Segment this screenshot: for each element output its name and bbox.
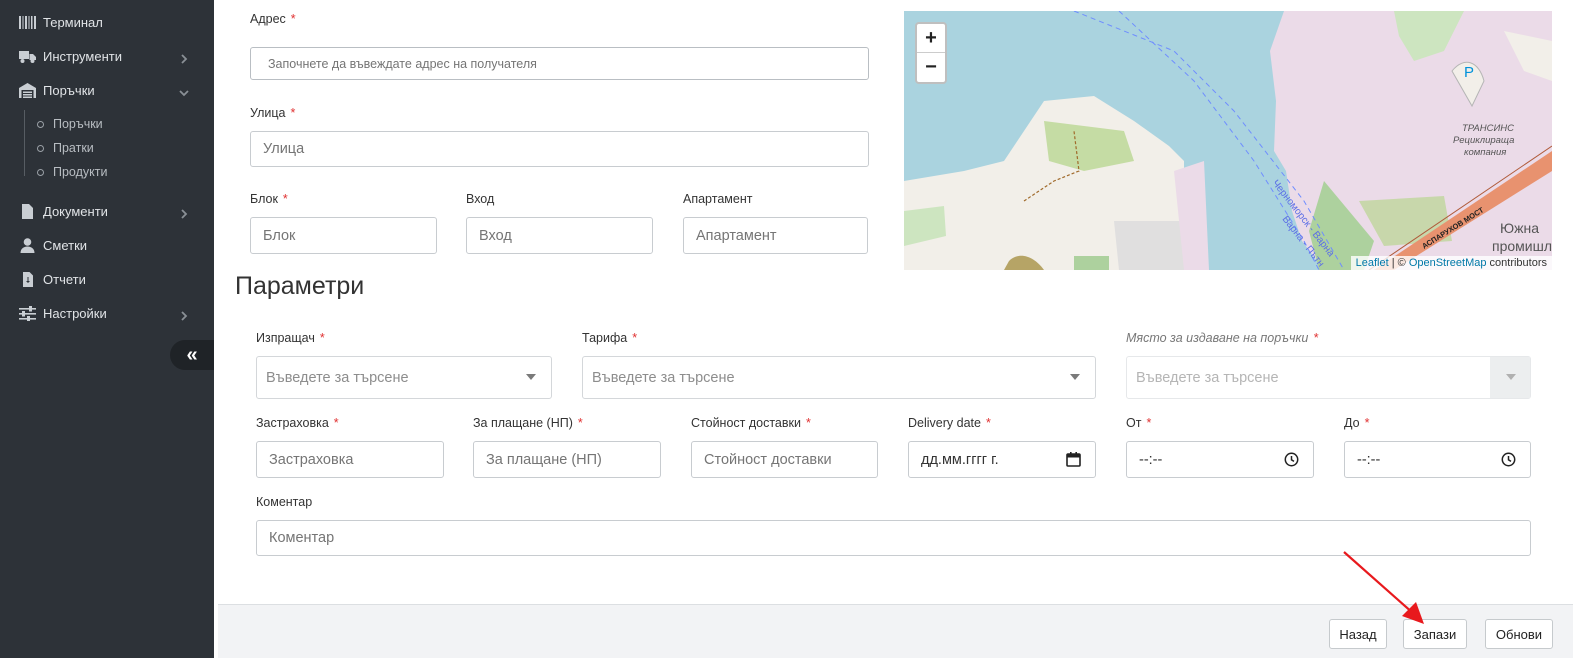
warehouse-icon — [18, 82, 36, 98]
to-time-input[interactable]: --:-- — [1344, 441, 1531, 478]
osm-link[interactable]: OpenStreetMap — [1409, 257, 1487, 269]
sender-label: Изпращач * — [256, 331, 325, 345]
annotation-arrow — [1343, 551, 1424, 624]
submenu-line — [24, 110, 25, 176]
sidebar-item-label: Поръчки — [43, 82, 95, 98]
chevron-right-icon — [179, 51, 189, 64]
entrance-label: Вход — [466, 192, 495, 206]
sidebar-item-terminal[interactable]: Терминал — [0, 7, 214, 37]
sidebar-item-label: Сметки — [43, 237, 88, 253]
zoom-in-button[interactable]: + — [917, 24, 945, 53]
sidebar-item-label: Терминал — [43, 14, 103, 30]
sidebar-item-documents[interactable]: Документи — [0, 196, 214, 226]
from-time-input[interactable]: --:-- — [1126, 441, 1314, 478]
svg-text:Рециклираща: Рециклираща — [1453, 135, 1514, 146]
map-tiles: ТРАНСИНС Рециклираща компания P Черномор… — [904, 11, 1552, 270]
cod-label: За плащане (НП) * — [473, 416, 583, 430]
sidebar-item-tools[interactable]: Инструменти — [0, 41, 214, 71]
sidebar-item-label: Настройки — [43, 305, 107, 321]
sidebar-item-label: Отчети — [43, 271, 86, 287]
chevron-right-icon — [179, 308, 189, 321]
to-label: До * — [1344, 416, 1370, 430]
street-label: Улица * — [250, 106, 296, 120]
svg-text:компания: компания — [1464, 147, 1506, 158]
delivery-cost-label: Стойност доставки * — [691, 416, 811, 430]
circle-icon — [37, 144, 44, 152]
caret-down-icon — [1506, 374, 1516, 380]
parameters-heading: Параметри — [235, 272, 365, 300]
sidebar-collapse-button[interactable]: « — [170, 340, 214, 370]
svg-text:P: P — [1464, 64, 1474, 81]
cod-input[interactable]: За плащане (НП) — [473, 441, 661, 478]
sidebar-item-orders[interactable]: Поръчки — [0, 75, 214, 105]
sidebar-item-settings[interactable]: Настройки — [0, 298, 214, 328]
sidebar-subitem-label: Поръчки — [53, 117, 103, 131]
clock-icon[interactable] — [1501, 452, 1516, 467]
svg-text:промишл: промишл — [1492, 238, 1552, 254]
tariff-select[interactable]: Въведете за търсене — [582, 356, 1096, 399]
report-icon — [18, 271, 36, 287]
caret-down-icon — [1070, 374, 1080, 380]
caret-down-icon — [526, 374, 536, 380]
sidebar-subitem-products[interactable]: Продукти — [37, 163, 107, 181]
apartment-input[interactable]: Апартамент — [683, 217, 868, 254]
refresh-button[interactable]: Обнови — [1485, 619, 1553, 649]
attribution-separator: | © — [1388, 257, 1409, 269]
from-label: От * — [1126, 416, 1152, 430]
zoom-out-button[interactable]: − — [917, 53, 945, 82]
clock-icon[interactable] — [1284, 452, 1299, 467]
delivery-date-label: Delivery date * — [908, 416, 991, 430]
sidebar-subitem-shipments[interactable]: Пратки — [37, 139, 94, 157]
tariff-label: Тарифа * — [582, 331, 638, 345]
calendar-icon[interactable] — [1066, 452, 1081, 467]
sidebar-item-accounts[interactable]: Сметки — [0, 230, 214, 260]
entrance-input[interactable]: Вход — [466, 217, 653, 254]
address-label: Адрес * — [250, 12, 296, 26]
sidebar-item-reports[interactable]: Отчети — [0, 264, 214, 294]
comment-label: Коментар — [256, 495, 313, 509]
chevron-right-icon — [179, 206, 189, 219]
block-label: Блок * — [250, 192, 288, 206]
insurance-input[interactable]: Застраховка — [256, 441, 444, 478]
map-attribution: Leaflet | © OpenStreetMap contributors — [1350, 256, 1552, 270]
sender-select[interactable]: Въведете за търсене — [256, 356, 552, 399]
block-input[interactable]: Блок — [250, 217, 437, 254]
sidebar-item-label: Документи — [43, 203, 108, 219]
truck-icon — [18, 48, 36, 64]
sidebar-subitem-label: Продукти — [53, 165, 108, 179]
sidebar-subitem-orders[interactable]: Поръчки — [37, 115, 103, 133]
insurance-label: Застраховка * — [256, 416, 339, 430]
svg-text:Южна: Южна — [1500, 220, 1539, 236]
circle-icon — [37, 168, 44, 176]
svg-text:ТРАНСИНС: ТРАНСИНС — [1462, 123, 1514, 134]
barcode-icon — [18, 14, 36, 30]
chevron-down-icon — [179, 85, 189, 97]
document-icon — [18, 203, 36, 219]
sliders-icon — [18, 305, 36, 321]
street-input[interactable]: Улица — [250, 131, 869, 167]
leaflet-link[interactable]: Leaflet — [1356, 257, 1389, 269]
user-icon — [18, 237, 36, 253]
circle-icon — [37, 120, 44, 128]
address-input[interactable]: Започнете да въвеждате адрес на получате… — [250, 47, 869, 80]
delivery-cost-input[interactable]: Стойност доставки — [691, 441, 878, 478]
map[interactable]: ТРАНСИНС Рециклираща компания P Черномор… — [904, 11, 1552, 270]
apartment-label: Апартамент — [683, 192, 753, 206]
delivery-date-input[interactable]: дд.мм.гггг г. — [908, 441, 1096, 478]
sidebar: Терминал Инструменти Поръчки Поръчки Пра… — [0, 0, 214, 658]
issue-place-select[interactable]: Въведете за търсене — [1126, 356, 1531, 399]
issue-place-label: Място за издаване на поръчки * — [1126, 331, 1319, 345]
sidebar-item-label: Инструменти — [43, 48, 122, 64]
sidebar-subitem-label: Пратки — [53, 141, 94, 155]
attribution-text: contributors — [1486, 257, 1547, 269]
map-zoom-control: + − — [915, 22, 947, 84]
